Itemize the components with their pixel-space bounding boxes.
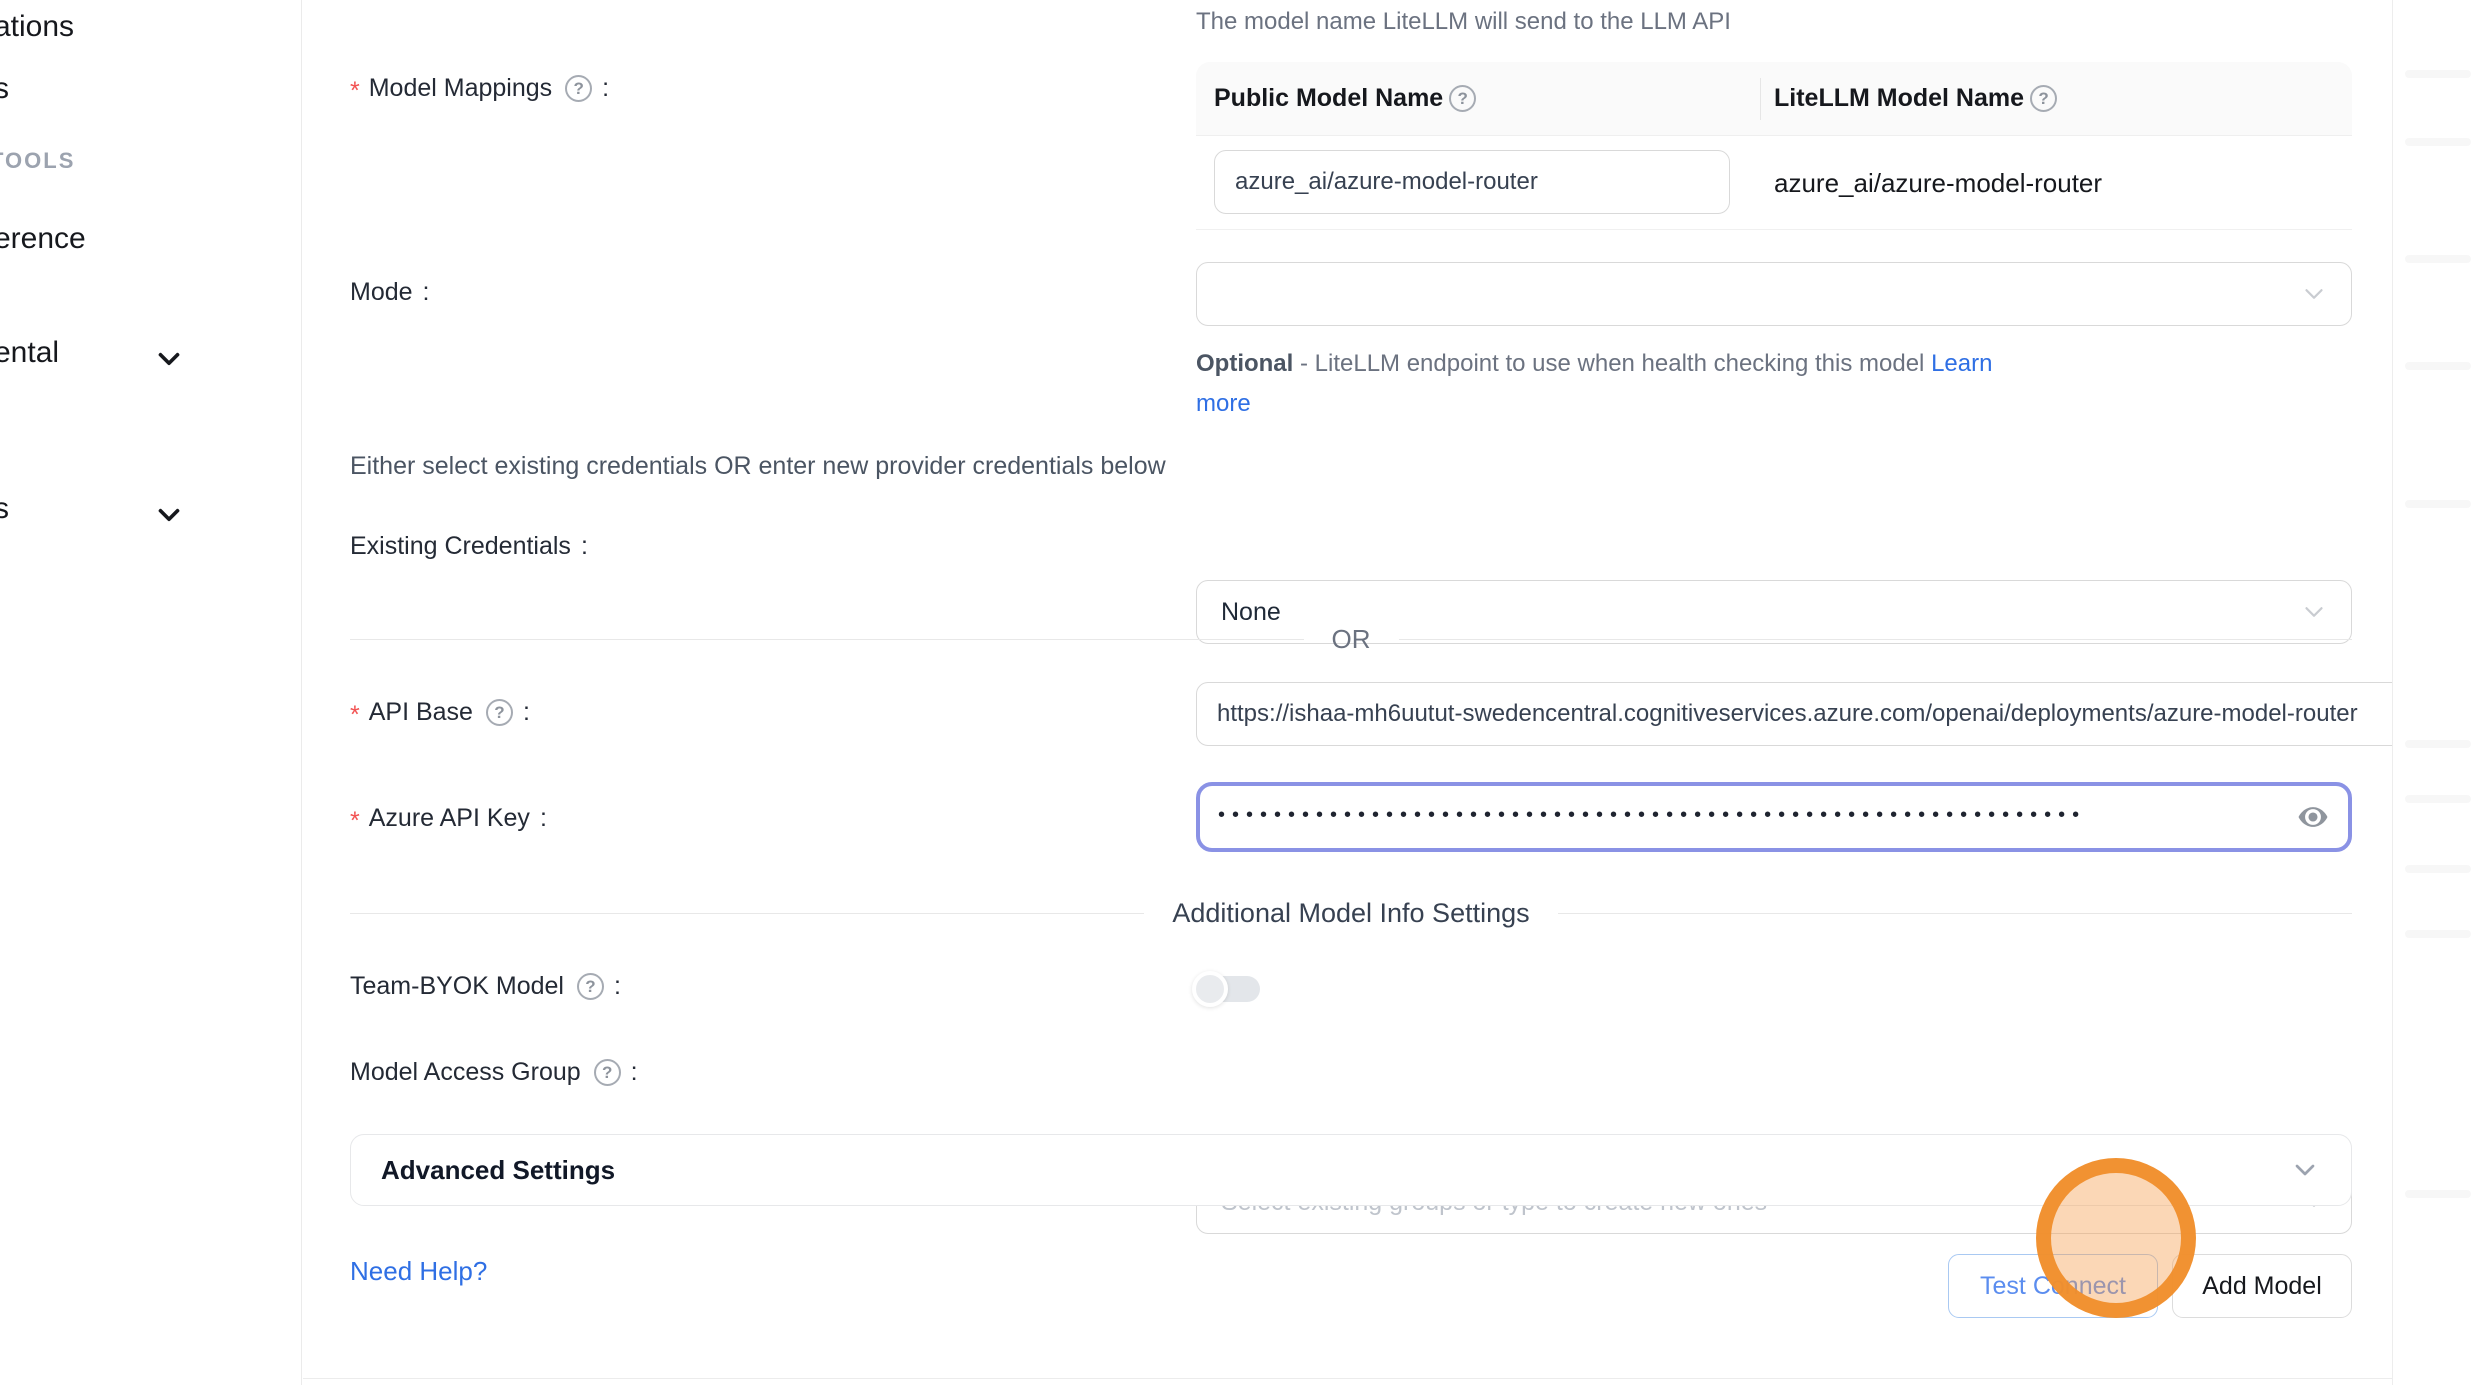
- column-header-public-model-name: Public Model Name ?: [1214, 84, 1476, 113]
- faint-row: [2405, 930, 2471, 938]
- required-asterisk: *: [350, 701, 360, 730]
- model-access-group-label: Model Access Group ? :: [350, 1058, 638, 1087]
- faint-row: [2405, 70, 2471, 78]
- azure-api-key-label: * Azure API Key :: [350, 804, 547, 833]
- chevron-down-icon[interactable]: [152, 342, 186, 376]
- add-model-button[interactable]: Add Model: [2172, 1254, 2352, 1318]
- mode-label: Mode :: [350, 278, 430, 307]
- or-divider: OR: [350, 624, 2352, 655]
- additional-settings-divider: Additional Model Info Settings: [350, 898, 2352, 929]
- advanced-settings-panel[interactable]: Advanced Settings: [350, 1134, 2352, 1206]
- help-icon[interactable]: ?: [565, 75, 592, 102]
- model-mappings-table-header: Public Model Name ? LiteLLM Model Name ?: [1196, 62, 2352, 136]
- required-asterisk: *: [350, 77, 360, 106]
- team-byok-label: Team-BYOK Model ? :: [350, 972, 621, 1001]
- label-colon: :: [423, 278, 430, 307]
- chevron-down-icon: [2299, 279, 2329, 309]
- model-mapping-row: azure_ai/azure-model-router: [1196, 136, 2352, 230]
- sidebar-item-4[interactable]: ental: [0, 336, 59, 370]
- chevron-down-icon[interactable]: [152, 498, 186, 532]
- sidebar-item-label: erence: [0, 222, 86, 256]
- litellm-model-name-value: azure_ai/azure-model-router: [1774, 136, 2102, 230]
- team-byok-toggle[interactable]: [1196, 976, 1260, 1002]
- need-help-link[interactable]: Need Help?: [350, 1256, 487, 1287]
- label-colon: :: [581, 532, 588, 561]
- additional-settings-divider-text: Additional Model Info Settings: [1144, 898, 1557, 929]
- chevron-down-icon: [2299, 597, 2329, 627]
- sidebar-item-5[interactable]: s: [0, 492, 9, 526]
- help-icon[interactable]: ?: [577, 973, 604, 1000]
- optional-bold: Optional: [1196, 350, 1293, 377]
- public-model-name-input[interactable]: [1214, 150, 1730, 214]
- faint-row: [2405, 138, 2471, 146]
- or-divider-text: OR: [1304, 624, 1399, 655]
- help-icon[interactable]: ?: [594, 1059, 621, 1086]
- sidebar: ations s TOOLS erence ental s: [0, 0, 302, 1385]
- faint-row: [2405, 1190, 2471, 1198]
- faint-row: [2405, 255, 2471, 263]
- model-name-helper-text: The model name LiteLLM will send to the …: [1196, 8, 1731, 36]
- sidebar-item-3[interactable]: erence: [0, 222, 86, 256]
- label-colon: :: [602, 74, 609, 103]
- required-asterisk: *: [350, 807, 360, 836]
- existing-credentials-value: None: [1221, 598, 1281, 627]
- sidebar-item-label: s: [0, 492, 9, 526]
- model-mappings-table: Public Model Name ? LiteLLM Model Name ?…: [1196, 62, 2352, 230]
- chevron-down-icon: [2289, 1154, 2321, 1186]
- existing-credentials-label: Existing Credentials :: [350, 532, 588, 561]
- mode-select[interactable]: [1196, 262, 2352, 326]
- sidebar-item-label: s: [0, 72, 9, 106]
- masked-password-value: ••••••••••••••••••••••••••••••••••••••••…: [1218, 804, 2296, 827]
- add-model-form: The model name LiteLLM will send to the …: [303, 0, 2392, 1385]
- background-page-strip: [2392, 0, 2477, 1385]
- faint-row: [2405, 740, 2471, 748]
- credentials-note: Either select existing credentials OR en…: [350, 452, 1166, 481]
- help-icon[interactable]: ?: [1449, 85, 1476, 112]
- label-colon: :: [614, 972, 621, 1001]
- advanced-settings-label: Advanced Settings: [381, 1155, 2289, 1186]
- test-connect-button[interactable]: Test Connect: [1948, 1254, 2158, 1318]
- label-colon: :: [631, 1058, 638, 1087]
- sidebar-item-label: ental: [0, 336, 59, 370]
- faint-row: [2405, 362, 2471, 370]
- model-mappings-label: * Model Mappings ? :: [350, 74, 609, 103]
- column-divider: [1760, 78, 1761, 120]
- sidebar-section-tools: TOOLS: [0, 148, 75, 174]
- sidebar-item-1[interactable]: ations: [0, 10, 74, 44]
- faint-row: [2405, 865, 2471, 873]
- help-icon[interactable]: ?: [2030, 85, 2057, 112]
- label-colon: :: [523, 698, 530, 727]
- api-base-input[interactable]: [1196, 682, 2477, 746]
- api-base-label: * API Base ? :: [350, 698, 530, 727]
- sidebar-item-2[interactable]: s: [0, 72, 9, 106]
- sidebar-item-label: ations: [0, 10, 74, 44]
- card-bottom-border: [303, 1378, 2392, 1379]
- eye-icon[interactable]: [2296, 800, 2330, 834]
- azure-api-key-input[interactable]: ••••••••••••••••••••••••••••••••••••••••…: [1196, 782, 2352, 852]
- column-header-litellm-model-name: LiteLLM Model Name ?: [1774, 84, 2057, 113]
- faint-row: [2405, 500, 2471, 508]
- help-icon[interactable]: ?: [486, 699, 513, 726]
- faint-row: [2405, 795, 2471, 803]
- toggle-knob: [1192, 971, 1228, 1007]
- mode-helper-text: Optional - LiteLLM endpoint to use when …: [1196, 344, 2036, 424]
- label-colon: :: [540, 804, 547, 833]
